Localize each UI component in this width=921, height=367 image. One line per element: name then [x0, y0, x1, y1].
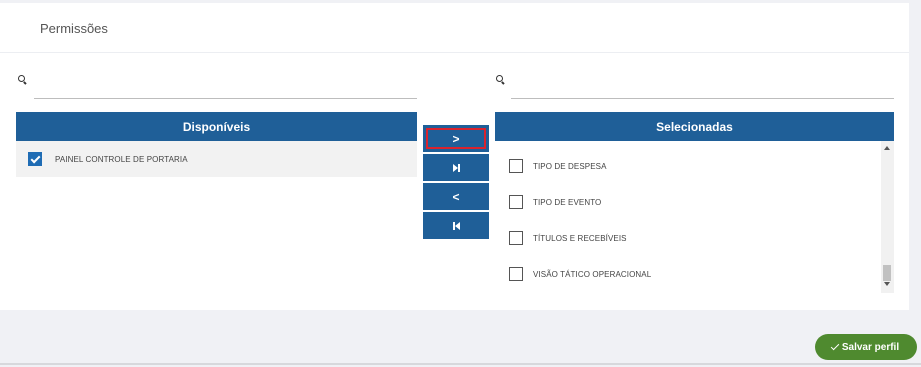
- search-input-selected[interactable]: [511, 68, 894, 98]
- move-all-right-button[interactable]: [423, 154, 489, 181]
- item-checkbox[interactable]: [509, 195, 523, 209]
- search-icon-available: [18, 75, 28, 85]
- card-header: Permissões: [0, 3, 909, 53]
- item-checkbox[interactable]: [28, 152, 42, 166]
- item-checkbox[interactable]: [509, 231, 523, 245]
- selected-list-scrollbar[interactable]: [881, 141, 894, 293]
- search-input-available[interactable]: [34, 68, 417, 98]
- skip-last-icon: [452, 163, 460, 172]
- footer-divider: [0, 363, 921, 365]
- search-underline-selected: [511, 98, 894, 99]
- selected-item-tipo-de-evento[interactable]: TIPO DE EVENTO: [495, 184, 875, 220]
- page-title: Permissões: [40, 21, 108, 36]
- move-all-left-button[interactable]: [423, 212, 489, 239]
- chevron-left-icon: <: [452, 189, 460, 204]
- item-label: PAINEL CONTROLE DE PORTARIA: [55, 154, 188, 164]
- save-profile-label: Salvar perfil: [841, 341, 900, 353]
- item-checkbox[interactable]: [509, 267, 523, 281]
- available-header: Disponíveis: [16, 112, 417, 141]
- selected-header: Selecionadas: [495, 112, 894, 141]
- search-icon-selected: [496, 75, 506, 85]
- skip-first-icon: [452, 221, 460, 230]
- scroll-up-arrow-icon[interactable]: [884, 146, 890, 150]
- move-right-button[interactable]: >: [423, 125, 489, 152]
- item-checkbox[interactable]: [509, 159, 523, 173]
- search-underline-available: [34, 98, 417, 99]
- check-icon: [830, 341, 840, 350]
- move-left-button[interactable]: <: [423, 183, 489, 210]
- item-label: TIPO DE EVENTO: [533, 197, 602, 207]
- save-profile-button[interactable]: Salvar perfil: [815, 334, 917, 360]
- selected-list[interactable]: TIPO DE DESPESA TIPO DE EVENTO TÍTULOS E…: [495, 141, 894, 293]
- chevron-right-icon: >: [452, 131, 460, 146]
- item-label: TÍTULOS E RECEBÍVEIS: [533, 233, 627, 243]
- selected-item-titulos-e-recebiveis[interactable]: TÍTULOS E RECEBÍVEIS: [495, 220, 875, 256]
- item-label: VISÃO TÁTICO OPERACIONAL: [533, 269, 652, 279]
- selected-item-visao-tatico-operacional[interactable]: VISÃO TÁTICO OPERACIONAL: [495, 256, 875, 292]
- item-label: TIPO DE DESPESA: [533, 161, 607, 171]
- selected-item-tipo-de-despesa[interactable]: TIPO DE DESPESA: [495, 148, 875, 184]
- scroll-down-arrow-icon[interactable]: [884, 282, 890, 286]
- available-item-painel-controle-portaria[interactable]: PAINEL CONTROLE DE PORTARIA: [16, 141, 417, 177]
- scrollbar-thumb[interactable]: [883, 265, 891, 281]
